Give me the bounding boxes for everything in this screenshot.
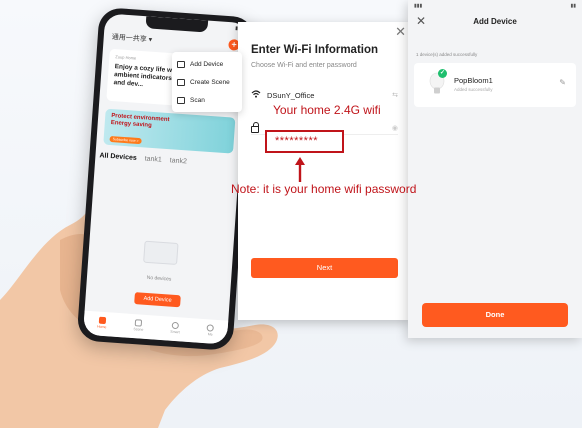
home-icon bbox=[98, 316, 106, 325]
tab-all-devices[interactable]: All Devices bbox=[99, 152, 137, 162]
add-device-button[interactable]: Add Device bbox=[134, 292, 181, 308]
wifi-ssid-value: DSunY_Office bbox=[267, 90, 315, 100]
added-count-text: 1 device(s) added successfully bbox=[416, 52, 478, 57]
password-highlight-box: ********* bbox=[265, 130, 344, 153]
done-button[interactable]: Done bbox=[422, 303, 568, 327]
user-icon bbox=[206, 324, 215, 332]
lock-icon bbox=[251, 121, 259, 133]
add-device-status-bar: ▮▮▮ ▮▮ bbox=[414, 3, 576, 9]
nav-scene-label: Scene bbox=[133, 327, 144, 332]
eco-subscribe-button[interactable]: Subscribe now > bbox=[109, 135, 142, 145]
menu-add-device-label: Add Device bbox=[190, 60, 224, 68]
nav-me-label: Me bbox=[207, 332, 213, 337]
close-icon[interactable]: ✕ bbox=[395, 24, 406, 40]
scan-icon bbox=[177, 96, 185, 104]
add-device-title: Add Device bbox=[473, 17, 517, 26]
nav-me[interactable]: Me bbox=[206, 324, 215, 337]
menu-create-scene[interactable]: Create Scene bbox=[177, 73, 237, 91]
wifi-info-screen: ✕ Enter Wi-Fi Information Choose Wi-Fi a… bbox=[238, 22, 410, 320]
ssid-annotation: Your home 2.4G wifi bbox=[273, 103, 381, 117]
password-mask: ********* bbox=[275, 135, 319, 147]
device-name: PopBloom1 bbox=[454, 76, 493, 85]
next-button[interactable]: Next bbox=[251, 258, 398, 278]
add-device-screen: ▮▮▮ ▮▮ ✕ Add Device 1 device(s) added suc… bbox=[408, 0, 582, 338]
switch-network-icon[interactable]: ⇆ bbox=[392, 91, 398, 99]
nav-scene[interactable]: Scene bbox=[133, 319, 144, 332]
smart-icon bbox=[171, 321, 180, 330]
wifi-title: Enter Wi-Fi Information bbox=[251, 44, 379, 56]
success-check-icon: ✓ bbox=[438, 69, 447, 78]
tab-tank1[interactable]: tank1 bbox=[144, 155, 162, 163]
wifi-icon bbox=[251, 90, 261, 100]
bottom-nav: Home Scene Smart Me bbox=[82, 310, 229, 345]
menu-scan-label: Scan bbox=[190, 96, 205, 104]
add-menu-popup: Add Device Create Scene Scan bbox=[172, 52, 242, 112]
tab-tank2[interactable]: tank2 bbox=[170, 157, 188, 165]
menu-create-scene-label: Create Scene bbox=[190, 78, 230, 86]
menu-scan[interactable]: Scan bbox=[177, 91, 237, 109]
device-icon bbox=[177, 60, 185, 68]
nav-smart-label: Smart bbox=[170, 329, 180, 335]
up-arrow-icon bbox=[295, 157, 305, 182]
no-devices-text: No devices bbox=[146, 274, 172, 283]
empty-box-icon bbox=[143, 240, 179, 265]
nav-home[interactable]: Home bbox=[96, 316, 107, 330]
wifi-ssid-row[interactable]: DSunY_Office ⇆ bbox=[251, 88, 398, 102]
password-annotation: Note: it is your home wifi password bbox=[231, 182, 417, 196]
device-status: Added successfully bbox=[454, 87, 493, 92]
edit-icon[interactable]: ✎ bbox=[559, 78, 566, 87]
scene-icon bbox=[135, 319, 143, 327]
scene-icon bbox=[177, 78, 185, 86]
home-selector[interactable]: 通用一共享 ▾ bbox=[111, 31, 153, 44]
nav-home-label: Home bbox=[96, 324, 107, 330]
wifi-subtitle: Choose Wi-Fi and enter password bbox=[251, 62, 357, 69]
menu-add-device[interactable]: Add Device bbox=[177, 55, 237, 73]
eye-icon[interactable]: ◉ bbox=[392, 124, 398, 132]
add-device-header: ✕ Add Device bbox=[408, 12, 582, 34]
nav-smart[interactable]: Smart bbox=[170, 321, 180, 335]
device-card[interactable]: ✓ PopBloom1 Added successfully ✎ bbox=[414, 63, 576, 107]
